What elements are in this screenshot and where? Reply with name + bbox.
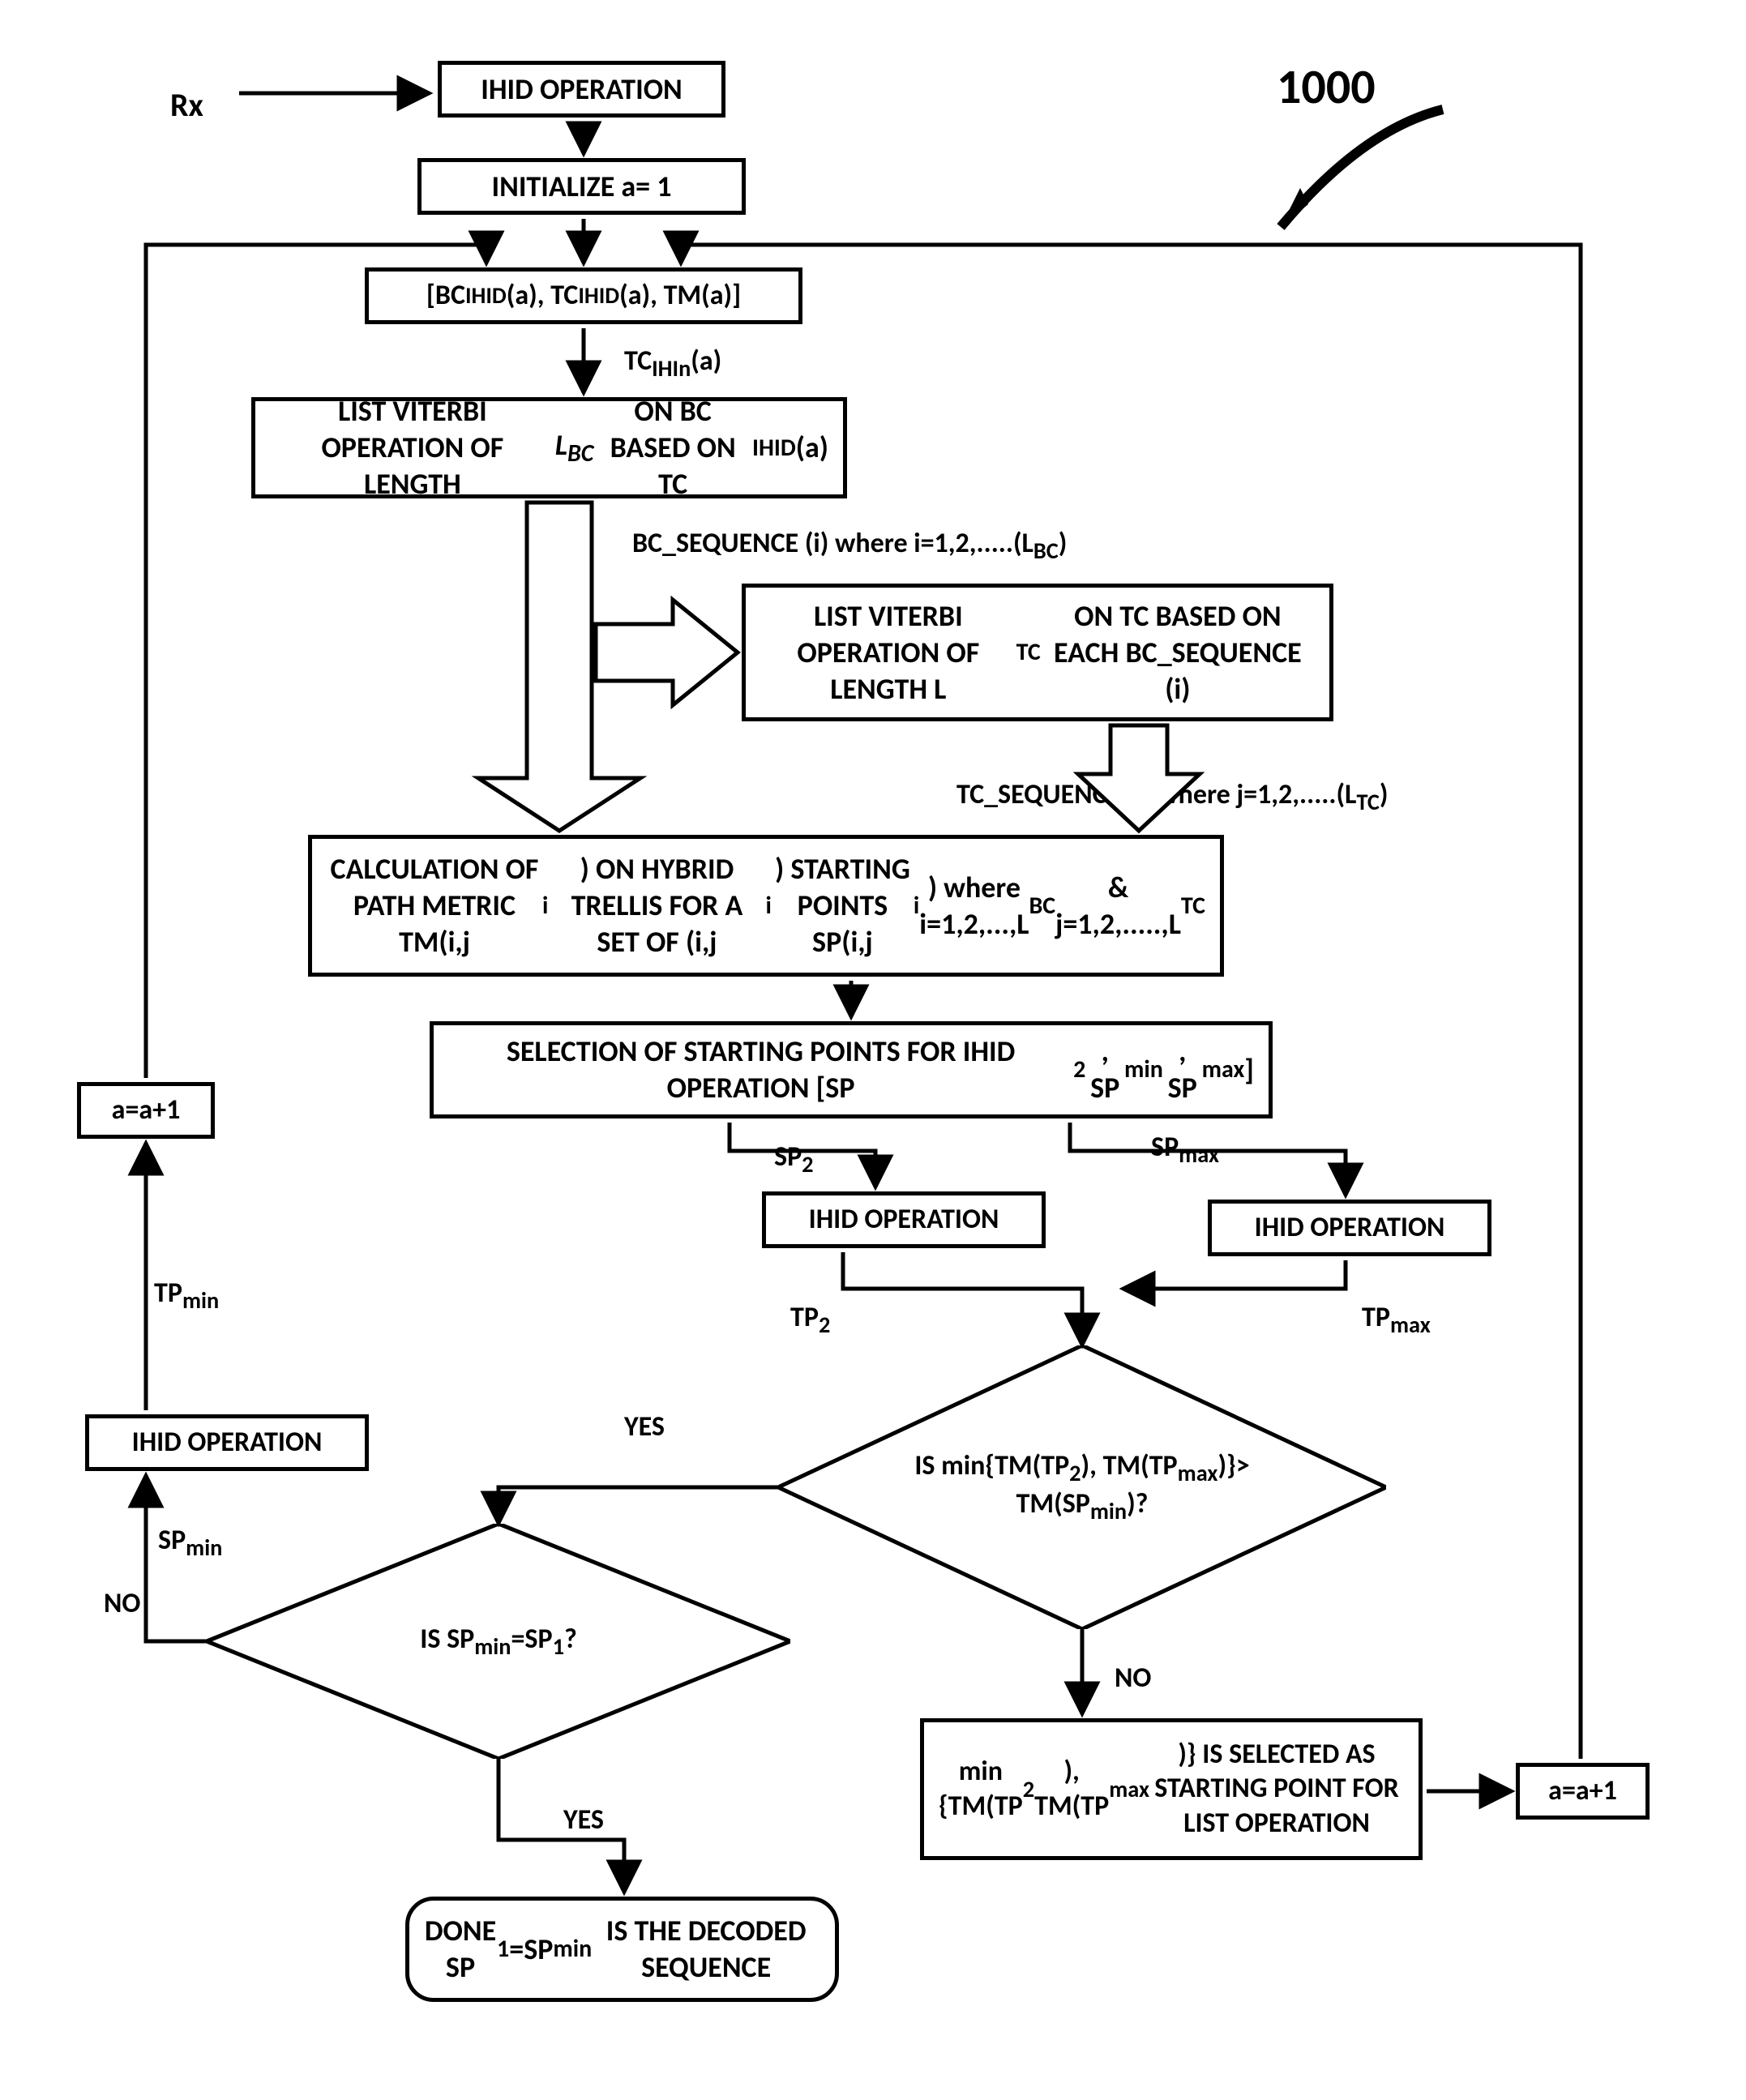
step-select-min: min {TM(TP2), TM(TPmax)} IS SELECTED AS … bbox=[920, 1718, 1423, 1860]
step-ihid-top: IHID OPERATION bbox=[438, 61, 725, 118]
label-tp2: TP2 bbox=[790, 1301, 830, 1339]
step-ihid-spmax: IHID OPERATION bbox=[1208, 1200, 1491, 1256]
label-yes1: YES bbox=[624, 1410, 665, 1445]
decision-min-tm: IS min{TM(TP2), TM(TPmax)}> TM(SPmin)? bbox=[778, 1345, 1386, 1629]
label-yes2: YES bbox=[563, 1803, 604, 1838]
step-list-tc: LIST VITERBI OPERATION OF LENGTH LTC ON … bbox=[742, 584, 1333, 721]
decision-spmin-sp1: IS SPmin=SP1? bbox=[207, 1524, 790, 1759]
step-a-plus-left: a=a+1 bbox=[77, 1082, 215, 1139]
step-init: INITIALIZE a= 1 bbox=[417, 158, 746, 215]
label-sp2: SP2 bbox=[774, 1140, 814, 1178]
label-tcihin: TCIHIn(a) bbox=[624, 344, 721, 383]
step-ihid-sp2: IHID OPERATION bbox=[762, 1191, 1046, 1248]
label-tpmin: TPmin bbox=[154, 1277, 219, 1315]
step-done: DONE SP1=SPmin IS THE DECODED SEQUENCE bbox=[405, 1897, 839, 2002]
label-no2: NO bbox=[104, 1587, 140, 1622]
label-no1: NO bbox=[1115, 1662, 1151, 1696]
rx-label: Rx bbox=[170, 85, 203, 126]
figure-number: 1000 bbox=[1277, 57, 1376, 118]
step-ihid-left: IHID OPERATION bbox=[85, 1414, 369, 1471]
step-a-plus-right: a=a+1 bbox=[1516, 1763, 1650, 1820]
label-bc-seq: BC_SEQUENCE (i) where i=1,2,.....(LBC) bbox=[632, 527, 1281, 565]
label-spmax: SPmax bbox=[1151, 1131, 1219, 1169]
label-tpmax: TPmax bbox=[1362, 1301, 1431, 1339]
step-select-sp: SELECTION OF STARTING POINTS FOR IHID OP… bbox=[430, 1021, 1273, 1118]
step-list-bc: LIST VITERBI OPERATION OF LENGTH LBC ON … bbox=[251, 397, 847, 498]
step-calc: CALCULATION OF PATH METRIC TM(i,ji) ON H… bbox=[308, 835, 1224, 977]
label-tc-seq: TC_SEQUENCE (j) where j=1,2,.....(LTC) bbox=[956, 778, 1605, 816]
step-bc-tc-tm: [BCIHID(a), TCIHID(a), TM(a)] bbox=[365, 267, 802, 324]
